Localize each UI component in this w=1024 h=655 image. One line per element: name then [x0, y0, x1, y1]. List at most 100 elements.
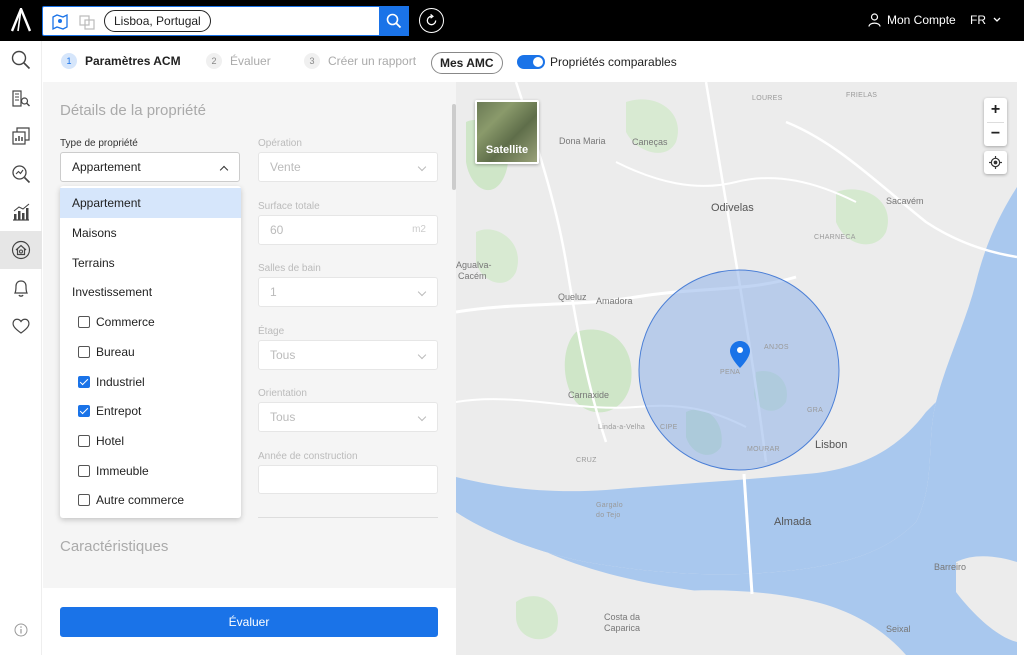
chevron-down-icon — [417, 162, 427, 172]
checkbox-box[interactable] — [78, 316, 90, 328]
reset-button[interactable] — [419, 8, 444, 33]
orientation-label: Orientation — [258, 388, 307, 399]
property-type-select[interactable]: Appartement — [60, 152, 240, 182]
user-icon — [868, 13, 881, 27]
operation-label: Opération — [258, 138, 302, 149]
sidebar-building-search[interactable] — [0, 79, 42, 117]
checkbox-hotel[interactable]: Hotel — [60, 426, 241, 456]
checkbox-label: Commerce — [96, 315, 155, 329]
map-label-frielas: FRIELAS — [846, 92, 878, 99]
map-label-loures: LOURES — [752, 95, 783, 102]
property-type-label: Type de propriété — [60, 138, 138, 149]
comparables-toggle-label: Propriétés comparables — [550, 55, 677, 69]
map-label-barreiro: Barreiro — [934, 562, 967, 572]
zoom-in-button[interactable]: + — [984, 98, 1007, 122]
map-label-costa: Costa da — [604, 612, 641, 622]
checkbox-label: Industriel — [96, 375, 145, 389]
checkbox-bureau[interactable]: Bureau — [60, 337, 241, 367]
step-evaluer[interactable]: 2 Évaluer — [206, 53, 271, 69]
floor-select[interactable]: Tous — [258, 340, 438, 370]
checkbox-label: Hotel — [96, 434, 125, 448]
map-label-queluz: Queluz — [558, 292, 587, 302]
checkbox-autre-commerce[interactable]: Autre commerce — [60, 485, 241, 515]
step-parametres[interactable]: 1 Paramètres ACM — [61, 53, 181, 69]
account-menu[interactable]: Mon Compte — [868, 13, 956, 27]
checkbox-immeuble[interactable]: Immeuble — [60, 456, 241, 486]
info-icon[interactable] — [14, 623, 28, 637]
bell-icon — [14, 280, 28, 297]
sidebar-analytics-search[interactable] — [0, 155, 42, 193]
step-creer-rapport[interactable]: 3 Créer un rapport — [304, 53, 416, 69]
heart-icon — [12, 318, 30, 334]
map-view[interactable]: LOURES FRIELAS Dona Maria Caneças Odivel… — [456, 82, 1017, 655]
zoom-controls: + − — [984, 98, 1007, 146]
bar-chart-icon — [13, 203, 30, 221]
bathrooms-select[interactable]: 1 — [258, 277, 438, 307]
operation-value: Vente — [270, 160, 301, 174]
dropdown-option-appartement[interactable]: Appartement — [60, 188, 241, 218]
checkbox-box[interactable] — [78, 494, 90, 506]
sidebar-search[interactable] — [0, 41, 42, 79]
draw-area-icon[interactable] — [78, 13, 96, 31]
checkbox-label: Autre commerce — [96, 493, 185, 507]
orientation-select[interactable]: Tous — [258, 402, 438, 432]
checkbox-industriel[interactable]: Industriel — [60, 367, 241, 397]
location-search-box[interactable]: Lisboa, Portugal — [42, 6, 409, 36]
sidebar-report[interactable] — [0, 117, 42, 155]
sidebar-statistics[interactable] — [0, 193, 42, 231]
chevron-up-icon — [219, 165, 229, 175]
operation-select[interactable]: Vente — [258, 152, 438, 182]
checkbox-box-checked[interactable] — [78, 376, 90, 388]
bathrooms-value: 1 — [270, 285, 277, 299]
chevron-down-icon — [417, 287, 427, 297]
account-label: Mon Compte — [887, 13, 956, 27]
checkbox-commerce[interactable]: Commerce — [60, 307, 241, 337]
checkbox-label: Immeuble — [96, 464, 149, 478]
sidebar-alerts[interactable] — [0, 269, 42, 307]
year-built-input[interactable] — [258, 465, 438, 494]
top-bar: Lisboa, Portugal Mon Compte FR — [0, 0, 1024, 41]
search-icon — [11, 50, 31, 70]
map-label-charneca: CHARNECA — [814, 234, 856, 241]
year-built-label: Année de construction — [258, 451, 358, 462]
locate-button[interactable] — [984, 151, 1007, 174]
dropdown-option-investissement[interactable]: Investissement — [60, 277, 241, 307]
dropdown-option-terrains[interactable]: Terrains — [60, 248, 241, 278]
location-chip[interactable]: Lisboa, Portugal — [104, 10, 211, 32]
step-number: 3 — [304, 53, 320, 69]
map-label-principe: CIPE — [660, 424, 678, 431]
zoom-out-button[interactable]: − — [984, 122, 1007, 146]
sidebar-favorites[interactable] — [0, 307, 42, 345]
map-label-sacavem: Sacavém — [886, 196, 924, 206]
satellite-toggle[interactable]: Satellite — [475, 100, 539, 164]
checkbox-box[interactable] — [78, 346, 90, 358]
map-label-gargalo: Gargalo — [596, 502, 624, 509]
step-number: 2 — [206, 53, 222, 69]
map-label-cacem: Cacém — [458, 271, 487, 281]
checkbox-entrepot[interactable]: Entrepot — [60, 396, 241, 426]
map-label-graca: GRA — [807, 407, 824, 414]
app-logo-icon[interactable] — [10, 8, 32, 32]
checkbox-box[interactable] — [78, 465, 90, 477]
map-label-anjos: ANJOS — [764, 344, 789, 351]
sidebar — [0, 41, 42, 655]
map-label-lisbon: Lisbon — [815, 439, 848, 451]
surface-unit: m2 — [412, 224, 426, 235]
chevron-down-icon — [417, 412, 427, 422]
evaluate-button[interactable]: Évaluer — [60, 607, 438, 637]
checkbox-box[interactable] — [78, 435, 90, 447]
checkbox-box-checked[interactable] — [78, 405, 90, 417]
sidebar-valuation[interactable] — [0, 231, 42, 269]
comparables-toggle[interactable] — [517, 55, 545, 69]
language-selector[interactable]: FR — [970, 13, 1001, 27]
mes-amc-button[interactable]: Mes AMC — [431, 52, 503, 74]
home-valuation-icon — [11, 240, 31, 260]
analytics-search-icon — [12, 165, 31, 184]
page-edge — [1017, 41, 1024, 655]
search-button[interactable] — [379, 6, 409, 36]
property-type-value: Appartement — [72, 160, 141, 174]
map-pin-mode-icon[interactable] — [51, 13, 69, 31]
surface-input[interactable]: 60 m2 — [258, 215, 438, 245]
dropdown-option-maisons[interactable]: Maisons — [60, 218, 241, 248]
orientation-value: Tous — [270, 410, 296, 424]
